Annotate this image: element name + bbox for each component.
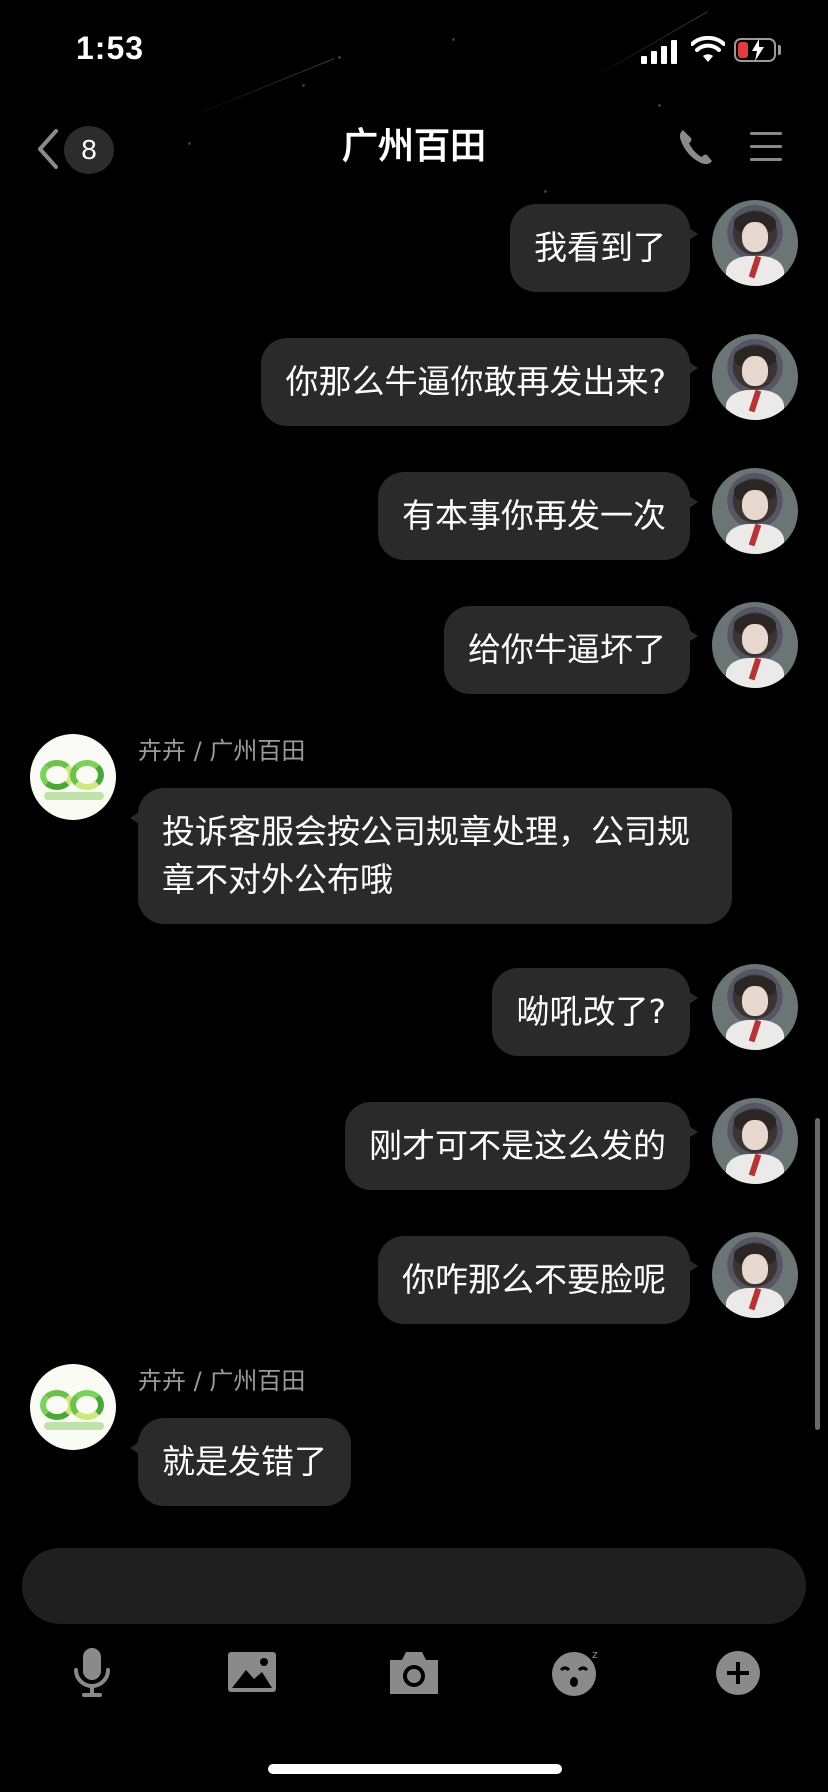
message-bubble-outgoing[interactable]: 呦吼改了? (492, 968, 698, 1056)
message-bubble-outgoing[interactable]: 给你牛逼坏了 (444, 606, 698, 694)
sticker-icon[interactable]: z (546, 1646, 606, 1700)
image-icon[interactable] (222, 1646, 282, 1700)
status-time: 1:53 (76, 30, 145, 66)
wifi-icon (691, 36, 725, 62)
message-bubble-outgoing[interactable]: 有本事你再发一次 (378, 472, 698, 560)
message-bubble-incoming[interactable]: 就是发错了 (130, 1418, 351, 1506)
my-avatar[interactable] (712, 1232, 798, 1318)
message-input[interactable] (22, 1548, 806, 1624)
message-bubble-outgoing[interactable]: 你咋那么不要脸呢 (378, 1236, 698, 1324)
contact-avatar[interactable] (30, 1364, 116, 1450)
sender-name: 卉卉 / 广州百田 (138, 1367, 306, 1395)
my-avatar[interactable] (712, 602, 798, 688)
message-bubble-incoming[interactable]: 投诉客服会按公司规章处理，公司规章不对外公布哦 (130, 788, 732, 924)
home-indicator (268, 1764, 562, 1774)
my-avatar[interactable] (712, 200, 798, 286)
phone-icon[interactable] (676, 126, 714, 168)
camera-icon[interactable] (384, 1646, 444, 1700)
cellular-signal-icon (641, 40, 679, 64)
microphone-icon[interactable] (62, 1646, 122, 1700)
battery-cap (778, 45, 781, 55)
menu-icon[interactable] (748, 128, 786, 166)
message-bubble-outgoing[interactable]: 刚才可不是这么发的 (345, 1102, 698, 1190)
sender-name: 卉卉 / 广州百田 (138, 737, 306, 765)
my-avatar[interactable] (712, 964, 798, 1050)
message-bubble-outgoing[interactable]: 你那么牛逼你敢再发出来? (261, 338, 698, 426)
svg-text:z: z (592, 1648, 598, 1661)
plus-icon[interactable] (708, 1646, 768, 1700)
battery-icon (734, 38, 776, 62)
scrollbar[interactable] (815, 1118, 820, 1430)
my-avatar[interactable] (712, 334, 798, 420)
my-avatar[interactable] (712, 1098, 798, 1184)
my-avatar[interactable] (712, 468, 798, 554)
contact-avatar[interactable] (30, 734, 116, 820)
message-bubble-outgoing[interactable]: 我看到了 (510, 204, 698, 292)
